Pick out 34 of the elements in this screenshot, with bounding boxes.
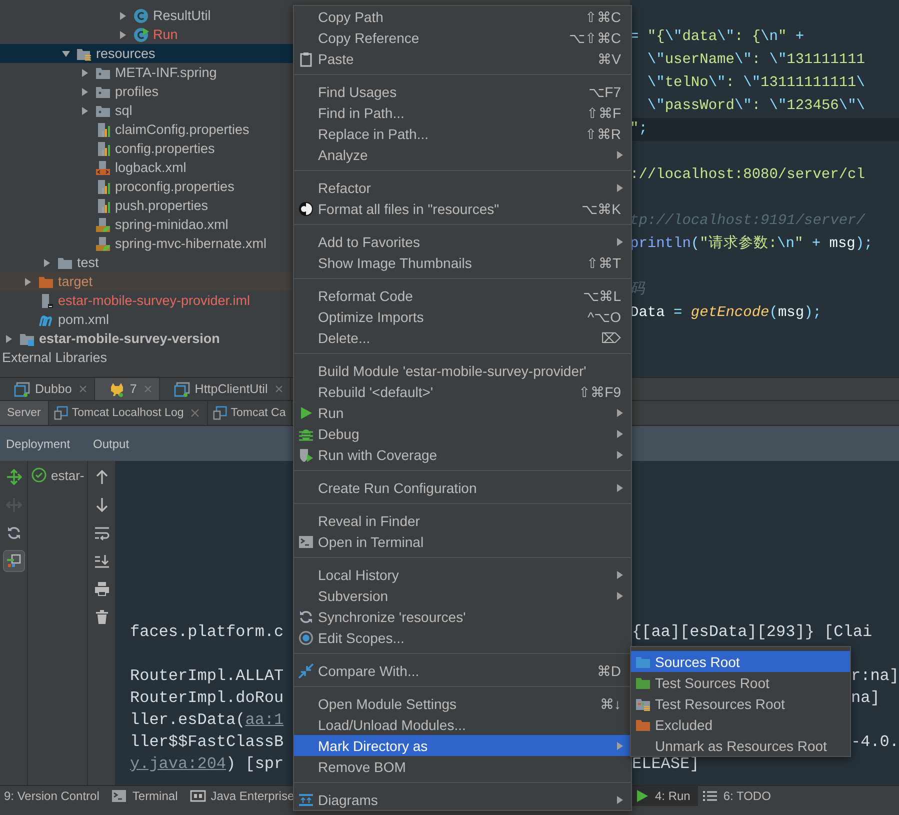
- console-text: na]: [851, 689, 880, 707]
- code-line: ://localhost:8080/server/cl: [630, 166, 866, 185]
- console-text: ller$$FastClassB: [129, 732, 285, 753]
- column-header: Output: [92, 436, 130, 450]
- code-line: \"passWord\": \"123456\"\: [646, 97, 866, 116]
- shortcut-label: ⌘V: [598, 50, 621, 66]
- console-text: ELEASE]: [632, 755, 700, 773]
- shortcut-label: ⌥⌘L: [583, 288, 621, 304]
- shortcut-label: ⌥⌘K: [582, 200, 621, 216]
- code-line: 码: [630, 280, 646, 300]
- console-text: faces.platform.c: [129, 622, 285, 643]
- console-text: -4.0.: [851, 733, 899, 751]
- console-text: ) [spr: [226, 755, 284, 773]
- shortcut-label: ⇧⌘C: [584, 8, 621, 24]
- console-text: ller.esData(: [130, 711, 246, 729]
- shortcut-label: ⇧⌘F: [586, 104, 621, 120]
- shortcut-label: ⌘D: [596, 662, 621, 678]
- shortcut-label: ⇧⌘F9: [578, 384, 621, 400]
- shortcut-label: ⌘↓: [600, 696, 621, 712]
- code-line: println("请求参数:\n" + msg);: [630, 234, 874, 254]
- code-line: \"userName\": \"131111111: [646, 51, 866, 70]
- console-text: RouterImpl.ALLAT: [129, 666, 285, 687]
- console-text: RouterImpl.doRou: [129, 688, 285, 709]
- shortcut-label: ⌥F7: [588, 84, 621, 100]
- code-line: \"telNo\": \"13111111111\: [646, 74, 866, 93]
- shortcut-label: ⌥⇧⌘C: [568, 30, 621, 46]
- console-text: r:na]: [851, 667, 899, 685]
- shortcut-label: ⇧⌘R: [584, 126, 621, 142]
- shortcut-label: ⇧⌘T: [586, 254, 621, 270]
- shortcut-label: ^⌥O: [588, 308, 621, 324]
- column-header: Deployment: [5, 436, 72, 450]
- code-line: tp://localhost:9191/server/: [630, 212, 866, 231]
- console-text: {[aa][esData][293]} [Clai: [632, 623, 872, 641]
- shortcut-label: ⌦: [601, 330, 621, 346]
